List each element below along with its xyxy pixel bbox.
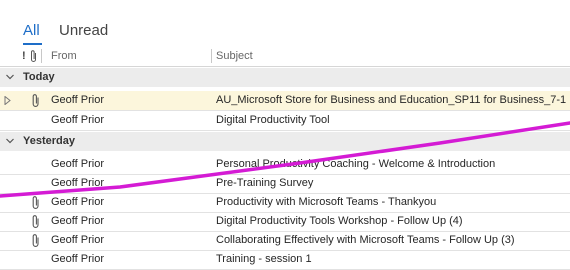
tab-unread[interactable]: Unread xyxy=(59,21,108,41)
message-row[interactable]: Geoff Prior Digital Productivity Tool xyxy=(0,111,570,131)
column-header-row: ! From Subject xyxy=(0,47,570,67)
paperclip-icon xyxy=(32,215,39,228)
importance-column-icon[interactable]: ! xyxy=(22,50,26,63)
paperclip-icon xyxy=(32,196,39,209)
message-row[interactable]: Geoff Prior Productivity with Microsoft … xyxy=(0,193,570,213)
message-sender: Geoff Prior xyxy=(51,234,104,246)
from-column-header[interactable]: From xyxy=(51,50,77,63)
group-header-today[interactable]: Today xyxy=(0,68,570,87)
message-row[interactable]: Geoff Prior AU_Microsoft Store for Busin… xyxy=(0,91,570,111)
column-separator[interactable] xyxy=(41,49,42,63)
expand-conversation-icon[interactable] xyxy=(4,96,11,105)
message-sender: Geoff Prior xyxy=(51,94,104,106)
message-subject: Training - session 1 xyxy=(216,253,312,265)
message-row[interactable]: Geoff Prior Training - session 1 xyxy=(0,250,570,270)
message-sender: Geoff Prior xyxy=(51,215,104,227)
column-separator[interactable] xyxy=(211,49,212,63)
tab-all[interactable]: All xyxy=(23,21,40,41)
group-label: Today xyxy=(23,71,55,83)
message-row[interactable]: Geoff Prior Pre-Training Survey xyxy=(0,174,570,194)
message-subject: Personal Productivity Coaching - Welcome… xyxy=(216,158,496,170)
message-subject: Productivity with Microsoft Teams - Than… xyxy=(216,196,437,208)
group-label: Yesterday xyxy=(23,135,75,147)
message-subject: AU_Microsoft Store for Business and Educ… xyxy=(216,94,567,106)
chevron-down-icon[interactable] xyxy=(5,71,15,83)
message-row[interactable]: Geoff Prior Collaborating Effectively wi… xyxy=(0,231,570,251)
message-sender: Geoff Prior xyxy=(51,177,104,189)
message-subject: Collaborating Effectively with Microsoft… xyxy=(216,234,515,246)
message-sender: Geoff Prior xyxy=(51,253,104,265)
group-header-yesterday[interactable]: Yesterday xyxy=(0,132,570,151)
message-row[interactable]: Geoff Prior Personal Productivity Coachi… xyxy=(0,155,570,175)
active-tab-indicator xyxy=(23,43,42,45)
message-row[interactable]: Geoff Prior Digital Productivity Tools W… xyxy=(0,212,570,232)
message-sender: Geoff Prior xyxy=(51,196,104,208)
message-subject: Digital Productivity Tools Workshop - Fo… xyxy=(216,215,463,227)
message-subject: Digital Productivity Tool xyxy=(216,114,330,126)
attachment-column-icon[interactable] xyxy=(29,49,38,63)
message-sender: Geoff Prior xyxy=(51,114,104,126)
mail-filter-tabs: All Unread xyxy=(0,0,570,46)
chevron-down-icon[interactable] xyxy=(5,135,15,147)
message-subject: Pre-Training Survey xyxy=(216,177,314,189)
message-sender: Geoff Prior xyxy=(51,158,104,170)
subject-column-header[interactable]: Subject xyxy=(216,50,253,63)
paperclip-icon xyxy=(32,234,39,247)
paperclip-icon xyxy=(32,94,39,107)
